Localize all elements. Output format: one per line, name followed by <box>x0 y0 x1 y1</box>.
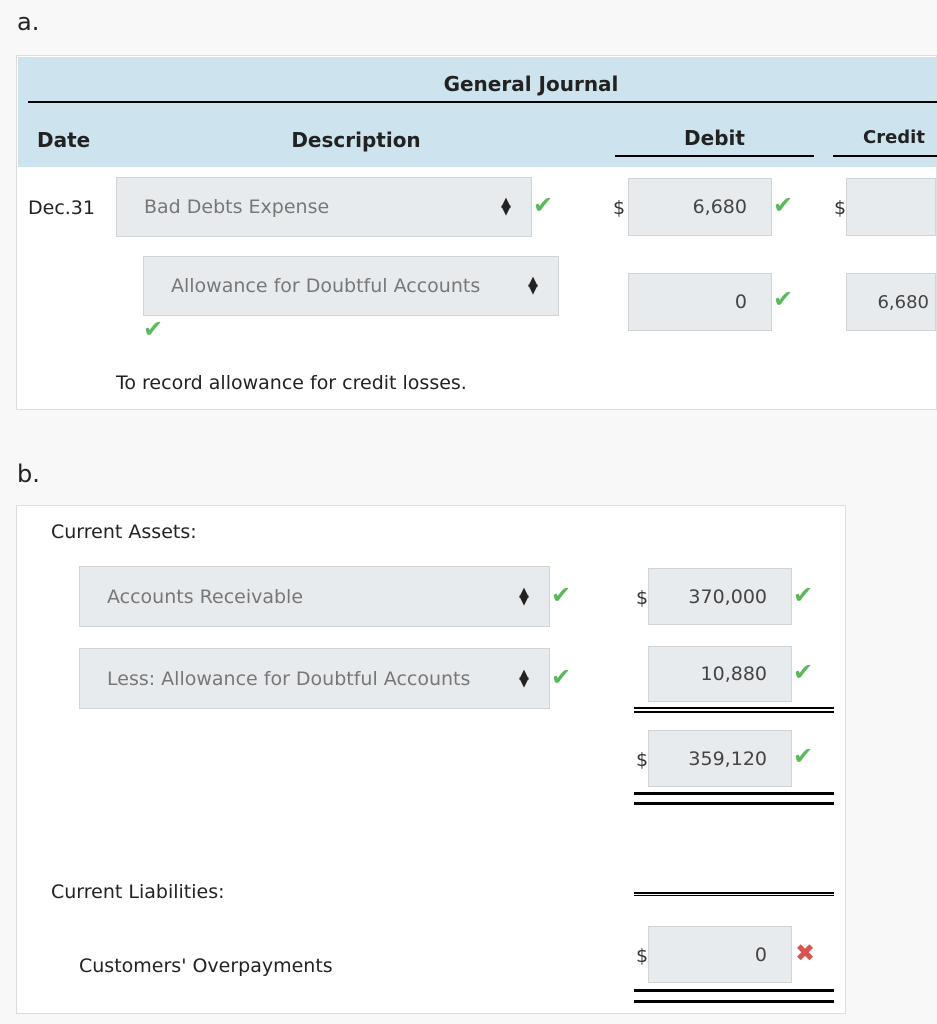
account-select-1[interactable]: Bad Debts Expense ▲ ▼ <box>116 177 532 237</box>
balance-sheet-panel: Current Assets: Accounts Receivable ▲ ▼ ✔ … <box>16 505 846 1014</box>
allowance-account-select[interactable]: Less: Allowance for Doubtful Accounts ▲ ▼ <box>79 648 550 709</box>
entry-date: Dec.31 <box>28 197 95 219</box>
total-double-rule <box>634 802 834 805</box>
general-journal-panel: General Journal Date Description Debit C… <box>16 55 937 410</box>
section-rule <box>634 892 834 894</box>
current-liabilities-label: Current Liabilities: <box>51 881 225 903</box>
selected-account: Bad Debts Expense <box>144 196 330 218</box>
total-double-rule <box>634 792 834 795</box>
debit-header: Debit <box>684 126 745 150</box>
current-assets-label: Current Assets: <box>51 521 197 543</box>
part-a-label: a. <box>17 8 40 36</box>
check-icon: ✔ <box>551 581 572 609</box>
ar-value-input[interactable]: 370,000 <box>648 568 792 625</box>
selected-account: Accounts Receivable <box>107 585 304 608</box>
select-arrows-icon: ▲ ▼ <box>528 274 538 297</box>
select-arrows-icon: ▲ ▼ <box>519 584 529 608</box>
select-arrows-icon: ▲ ▼ <box>519 666 529 690</box>
account-select-2[interactable]: Allowance for Doubtful Accounts ▲ ▼ <box>143 256 559 316</box>
subtotal-rule <box>634 707 834 709</box>
journal-note: To record allowance for credit losses. <box>116 372 467 394</box>
dollar-sign: $ <box>834 197 847 219</box>
debit-input-1[interactable]: 6,680 <box>628 178 772 236</box>
net-receivable-input[interactable]: 359,120 <box>648 730 792 787</box>
part-b-label: b. <box>17 460 40 488</box>
check-icon: ✔ <box>533 191 554 219</box>
section-rule <box>634 895 834 896</box>
check-icon: ✔ <box>773 191 794 219</box>
debit-rule <box>615 155 814 157</box>
ar-account-select[interactable]: Accounts Receivable ▲ ▼ <box>79 566 550 627</box>
overpayments-input[interactable]: 0 <box>648 926 792 983</box>
check-icon: ✔ <box>143 315 164 343</box>
dollar-sign: $ <box>636 749 649 771</box>
credit-rule <box>833 155 937 157</box>
dollar-sign: $ <box>613 197 626 219</box>
check-icon: ✔ <box>773 285 794 313</box>
title-rule <box>28 101 937 103</box>
total-double-rule <box>634 1000 834 1003</box>
date-header: Date <box>37 128 91 152</box>
check-icon: ✔ <box>793 581 814 609</box>
incorrect-x-icon: ✖ <box>795 939 816 967</box>
journal-title: General Journal <box>443 72 619 96</box>
check-icon: ✔ <box>793 658 814 686</box>
debit-input-2[interactable]: 0 <box>628 273 772 331</box>
selected-account: Less: Allowance for Doubtful Accounts <box>107 667 471 690</box>
dollar-sign: $ <box>636 945 649 967</box>
total-double-rule <box>634 989 834 992</box>
check-icon: ✔ <box>793 742 814 770</box>
selected-account: Allowance for Doubtful Accounts <box>171 275 481 297</box>
description-header: Description <box>291 128 421 152</box>
overpayments-label: Customers' Overpayments <box>79 955 333 977</box>
check-icon: ✔ <box>551 663 572 691</box>
credit-input-2[interactable]: 6,680 <box>846 273 936 331</box>
credit-header: Credit <box>863 127 925 148</box>
dollar-sign: $ <box>636 587 649 609</box>
select-arrows-icon: ▲ ▼ <box>501 195 511 218</box>
allowance-value-input[interactable]: 10,880 <box>648 646 792 702</box>
credit-input-1[interactable] <box>846 178 936 236</box>
subtotal-rule <box>634 711 834 713</box>
